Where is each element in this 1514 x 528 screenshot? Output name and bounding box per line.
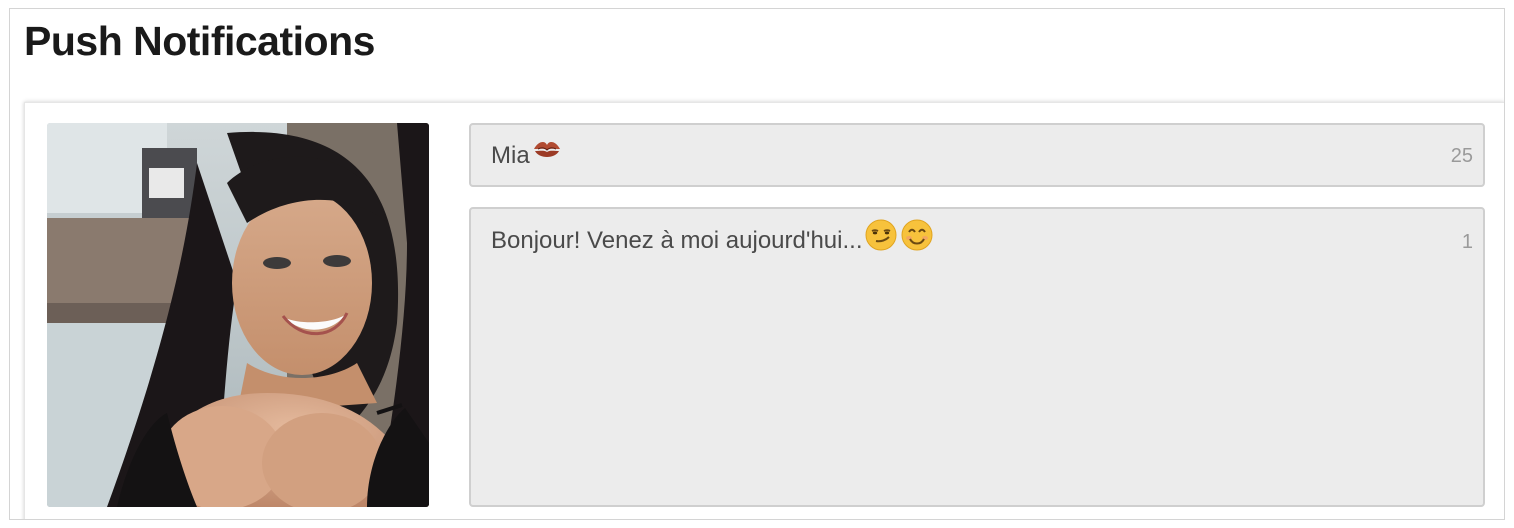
smirking-face-icon bbox=[864, 218, 898, 259]
notification-message-text: Bonjour! Venez à moi aujourd'hui... bbox=[491, 226, 863, 254]
push-notifications-panel: Push Notifications Mia 25 Bonjour! Venez… bbox=[9, 8, 1505, 520]
notification-title-field[interactable]: Mia 25 bbox=[469, 123, 1485, 187]
title-character-counter: 25 bbox=[1450, 145, 1473, 167]
notification-title-value: Mia bbox=[491, 141, 562, 172]
message-character-counter: 1 bbox=[1461, 231, 1473, 253]
notification-card: Mia 25 Bonjour! Venez à moi aujourd'hui.… bbox=[24, 102, 1504, 519]
notification-message-field[interactable]: Bonjour! Venez à moi aujourd'hui... 1 bbox=[469, 207, 1485, 507]
smiling-face-icon bbox=[900, 218, 934, 259]
profile-photo[interactable] bbox=[47, 123, 429, 507]
kiss-mark-icon bbox=[532, 138, 562, 169]
notification-message-value: Bonjour! Venez à moi aujourd'hui... bbox=[491, 218, 934, 262]
notification-title-text: Mia bbox=[491, 141, 530, 169]
page-title: Push Notifications bbox=[24, 18, 375, 64]
